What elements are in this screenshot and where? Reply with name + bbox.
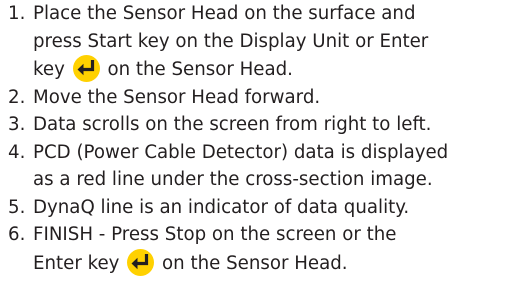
step-text: Enter key xyxy=(33,252,120,274)
instruction-list: 1. Place the Sensor Head on the surface … xyxy=(0,0,526,277)
step-text-line: PCD (Power Cable Detector) data is displ… xyxy=(33,141,449,163)
step-text-line: Data scrolls on the screen from right to… xyxy=(33,114,432,135)
step-number: 3. xyxy=(8,114,26,135)
enter-key-icon xyxy=(72,55,100,82)
step-text-line: press Start key on the Display Unit or E… xyxy=(33,30,429,52)
step-text-line: DynaQ line is an indicator of data quali… xyxy=(33,196,410,218)
step-number: 5. xyxy=(8,196,26,218)
step-4: 4. PCD (Power Cable Detector) data is di… xyxy=(0,139,526,194)
step-text: on the Sensor Head. xyxy=(107,59,293,80)
step-number: 1. xyxy=(8,3,26,24)
step-1: 1. Place the Sensor Head on the surface … xyxy=(0,0,526,84)
step-text-line: key on the Sensor Head. xyxy=(33,55,526,84)
step-5: 5. DynaQ line is an indicator of data qu… xyxy=(0,194,526,222)
step-text: on the Sensor Head. xyxy=(162,252,348,274)
step-text-line: Place the Sensor Head on the surface and xyxy=(33,3,416,24)
enter-key-icon xyxy=(127,248,155,276)
step-2: 2. Move the Sensor Head forward. xyxy=(0,84,526,112)
step-text-line: Enter key on the Sensor Head. xyxy=(33,248,526,278)
step-text-line: Move the Sensor Head forward. xyxy=(33,86,321,108)
step-text-line: as a red line under the cross-section im… xyxy=(33,169,433,190)
step-text: key xyxy=(33,59,65,80)
step-text-line: FINISH - Press Stop on the screen or the xyxy=(33,224,397,245)
step-6: 6. FINISH - Press Stop on the screen or … xyxy=(0,221,526,277)
step-3: 3. Data scrolls on the screen from right… xyxy=(0,111,526,139)
step-number: 4. xyxy=(8,141,26,163)
step-number: 2. xyxy=(8,86,26,108)
step-number: 6. xyxy=(8,224,26,245)
